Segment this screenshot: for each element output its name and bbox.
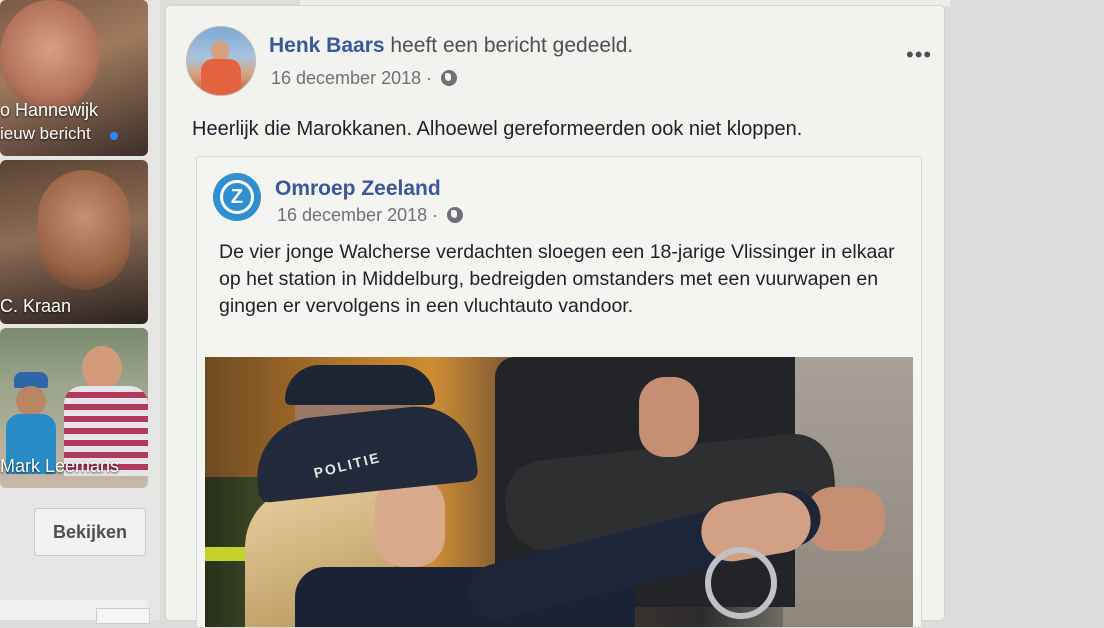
story-photo (38, 170, 130, 290)
photo-officer-cap-bg (285, 365, 435, 405)
shared-page-name-link[interactable]: Omroep Zeeland (275, 177, 441, 201)
unread-dot (110, 132, 118, 140)
author-name-link[interactable]: Henk Baars (269, 34, 385, 57)
shared-post-text: De vier jonge Walcherse verdachten sloeg… (219, 241, 895, 317)
post-photo[interactable]: POLITIE (205, 357, 913, 627)
story-name: C. Kraan (0, 296, 72, 316)
left-column: o Hannewijk ieuw bericht C. Kraan Mark L… (0, 0, 160, 624)
view-stories-button[interactable]: Bekijken (34, 508, 146, 556)
author-action: heeft een bericht gedeeld. (390, 34, 634, 57)
shared-date[interactable]: 16 december 2018 · (277, 205, 464, 226)
story-name: o Hannewijk (0, 100, 99, 120)
left-bottom-control[interactable] (96, 608, 150, 624)
story-name: Mark Leemans (0, 456, 120, 476)
photo-officer-face (375, 477, 445, 567)
logo-letter: Z (220, 180, 254, 214)
post-date-text[interactable]: 16 december 2018 · (271, 68, 432, 88)
photo-handcuff (705, 547, 777, 619)
post-text: Heerlijk die Marokkanen. Alhoewel gerefo… (192, 118, 803, 140)
story-card[interactable]: o Hannewijk ieuw bericht (0, 0, 148, 156)
post-card: Henk Baars heeft een bericht gedeeld. 16… (166, 6, 944, 628)
shared-post: Z Omroep Zeeland 16 december 2018 · De v… (196, 156, 922, 628)
more-options-icon[interactable]: ••• (906, 42, 932, 68)
page-logo-icon[interactable]: Z (213, 173, 261, 221)
story-subtitle: ieuw bericht (0, 124, 91, 143)
story-card[interactable]: C. Kraan (0, 160, 148, 324)
story-card[interactable]: Mark Leemans (0, 328, 148, 488)
author-avatar[interactable] (186, 26, 256, 96)
post-date[interactable]: 16 december 2018 · (271, 68, 458, 89)
story-photo (0, 0, 100, 110)
globe-icon (441, 70, 458, 86)
globe-icon (447, 207, 464, 223)
photo-fist (639, 377, 699, 457)
shared-date-text[interactable]: 16 december 2018 · (277, 205, 438, 225)
post-header: Henk Baars heeft een bericht gedeeld. (269, 34, 633, 58)
